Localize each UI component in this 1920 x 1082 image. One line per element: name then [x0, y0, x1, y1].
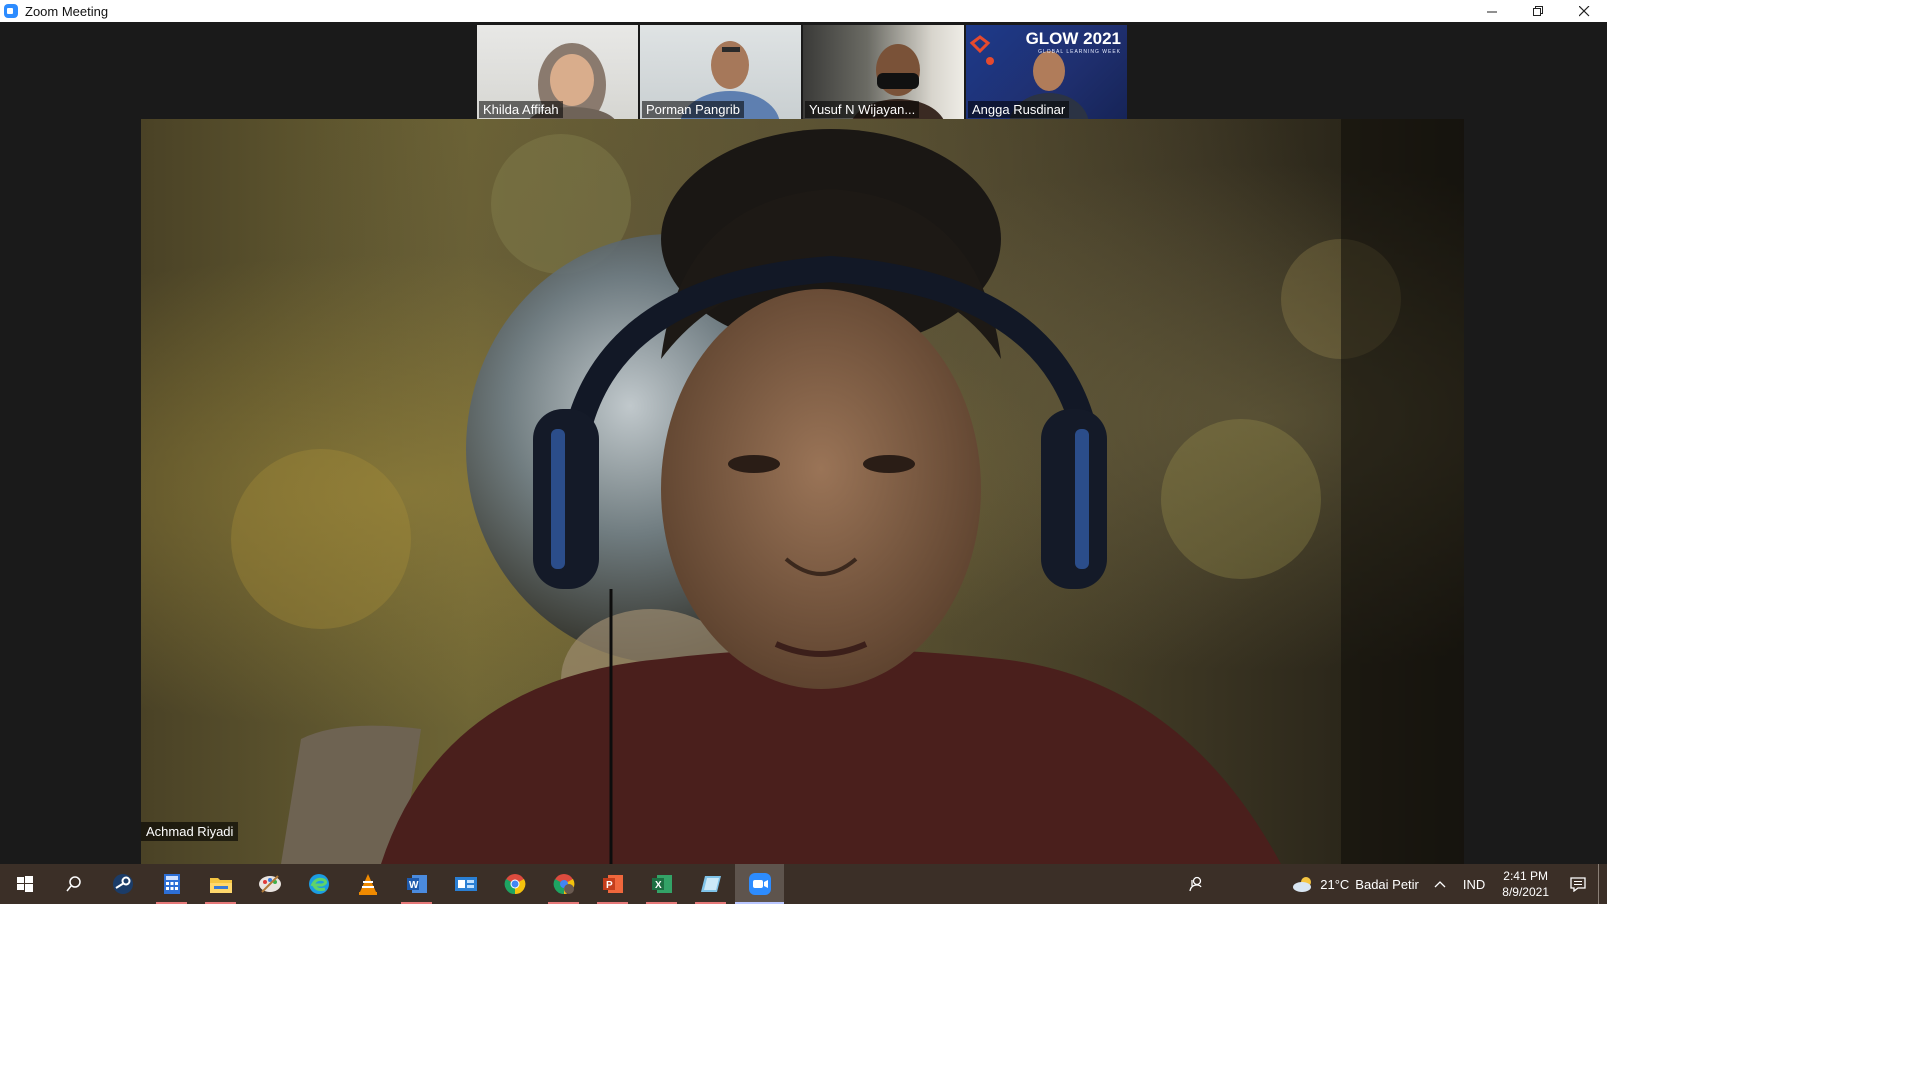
running-indicator — [735, 902, 784, 904]
running-indicator — [205, 902, 236, 904]
people-button[interactable] — [1176, 864, 1216, 904]
speaker-video-frame — [231, 119, 1464, 864]
search-button[interactable] — [49, 864, 98, 904]
active-speaker-video[interactable] — [141, 119, 1464, 864]
zoom-app-icon — [4, 4, 18, 18]
taskbar-app-steam[interactable] — [98, 864, 147, 904]
close-icon — [1578, 5, 1589, 16]
input-language: IND — [1462, 876, 1486, 892]
active-speaker-name: Achmad Riyadi — [141, 822, 239, 841]
taskbar-app-word[interactable]: W — [392, 864, 441, 904]
minimize-icon — [1486, 11, 1497, 12]
meeting-area: Khilda Affifah Porman Pangrib Yusuf N Wi… — [0, 22, 1607, 864]
paint-icon — [258, 875, 281, 893]
taskbar-app-calculator[interactable] — [147, 864, 196, 904]
close-button[interactable] — [1561, 0, 1607, 22]
taskbar-app-paint[interactable] — [245, 864, 294, 904]
taskbar-app-excel[interactable]: X — [637, 864, 686, 904]
participant-strip: Khilda Affifah Porman Pangrib Yusuf N Wi… — [477, 25, 1127, 119]
svg-text:W: W — [409, 880, 419, 891]
weather-cloud-icon — [1293, 877, 1312, 892]
action-center-button[interactable] — [1558, 864, 1598, 904]
people-icon — [1189, 876, 1202, 892]
running-indicator — [695, 902, 726, 904]
taskbar-app-chrome[interactable] — [490, 864, 539, 904]
running-indicator — [156, 902, 187, 904]
excel-icon: X — [651, 875, 672, 893]
system-tray: 21°C Badai Petir IND 2:41 PM 8/9/2021 — [1176, 864, 1607, 904]
clock-time: 2:41 PM — [1503, 869, 1548, 883]
participant-tile[interactable]: Yusuf N Wijayan... — [803, 25, 964, 119]
weather-widget[interactable]: 21°C Badai Petir — [1286, 864, 1425, 904]
window-title: Zoom Meeting — [25, 3, 109, 19]
participant-tile[interactable]: Khilda Affifah — [477, 25, 638, 119]
notes-icon — [700, 876, 721, 892]
steam-icon — [112, 874, 133, 894]
calculator-icon — [163, 874, 180, 894]
outlook-icon — [454, 877, 477, 891]
word-icon: W — [406, 875, 427, 893]
windows-start-icon — [16, 876, 33, 892]
svg-text:X: X — [655, 880, 662, 891]
taskbar-app-notes[interactable] — [686, 864, 735, 904]
running-indicator — [646, 902, 677, 904]
participant-tile[interactable]: Porman Pangrib — [640, 25, 801, 119]
svg-text:P: P — [606, 880, 613, 891]
participant-tile[interactable]: GLOW 2021 GLOBAL LEARNING WEEK Angga Rus… — [966, 25, 1127, 119]
zoom-window: Zoom Meeting Khilda Affifah Porman Pangr… — [0, 0, 1607, 904]
clock-date: 8/9/2021 — [1502, 885, 1549, 899]
start-button[interactable] — [0, 864, 49, 904]
chevron-up-icon — [1434, 881, 1446, 888]
taskbar-app-zoom[interactable] — [735, 864, 784, 904]
notification-icon — [1570, 877, 1586, 892]
edge-icon — [308, 874, 329, 894]
minimize-button[interactable] — [1469, 0, 1515, 22]
restore-button[interactable] — [1515, 0, 1561, 22]
input-language-button[interactable]: IND — [1455, 864, 1493, 904]
file-explorer-icon — [209, 878, 232, 893]
show-desktop-button[interactable] — [1598, 864, 1607, 904]
clock[interactable]: 2:41 PM 8/9/2021 — [1493, 864, 1558, 904]
chrome-icon — [504, 874, 525, 895]
taskbar-app-chrome-profile[interactable] — [539, 864, 588, 904]
running-indicator — [597, 902, 628, 904]
weather-condition: Badai Petir — [1355, 876, 1419, 892]
participant-name: Khilda Affifah — [479, 101, 563, 118]
show-hidden-icons-button[interactable] — [1425, 864, 1455, 904]
weather-temperature: 21°C — [1320, 876, 1350, 892]
running-indicator — [401, 902, 432, 904]
search-icon — [65, 876, 81, 892]
powerpoint-icon: P — [602, 875, 623, 893]
participant-name: Yusuf N Wijayan... — [805, 101, 920, 118]
windows-taskbar: W P X 21°C Badai Petir IND 2:41 PM 8/9/2… — [0, 864, 1607, 904]
window-controls — [1469, 0, 1607, 22]
taskbar-app-edge[interactable] — [294, 864, 343, 904]
glow-banner-subtitle: GLOBAL LEARNING WEEK — [1038, 49, 1121, 55]
participant-name: Angga Rusdinar — [968, 101, 1070, 118]
restore-icon — [1532, 5, 1543, 16]
title-bar[interactable]: Zoom Meeting — [0, 0, 1607, 22]
glow-banner-title: GLOW 2021 — [1025, 29, 1121, 48]
participant-name: Porman Pangrib — [642, 101, 744, 118]
taskbar-app-outlook[interactable] — [441, 864, 490, 904]
taskbar-app-powerpoint[interactable]: P — [588, 864, 637, 904]
taskbar-app-vlc[interactable] — [343, 864, 392, 904]
vlc-icon — [358, 874, 377, 895]
chrome-profile-icon — [553, 874, 574, 895]
zoom-icon — [748, 873, 771, 895]
running-indicator — [548, 902, 579, 904]
taskbar-app-file-explorer[interactable] — [196, 864, 245, 904]
